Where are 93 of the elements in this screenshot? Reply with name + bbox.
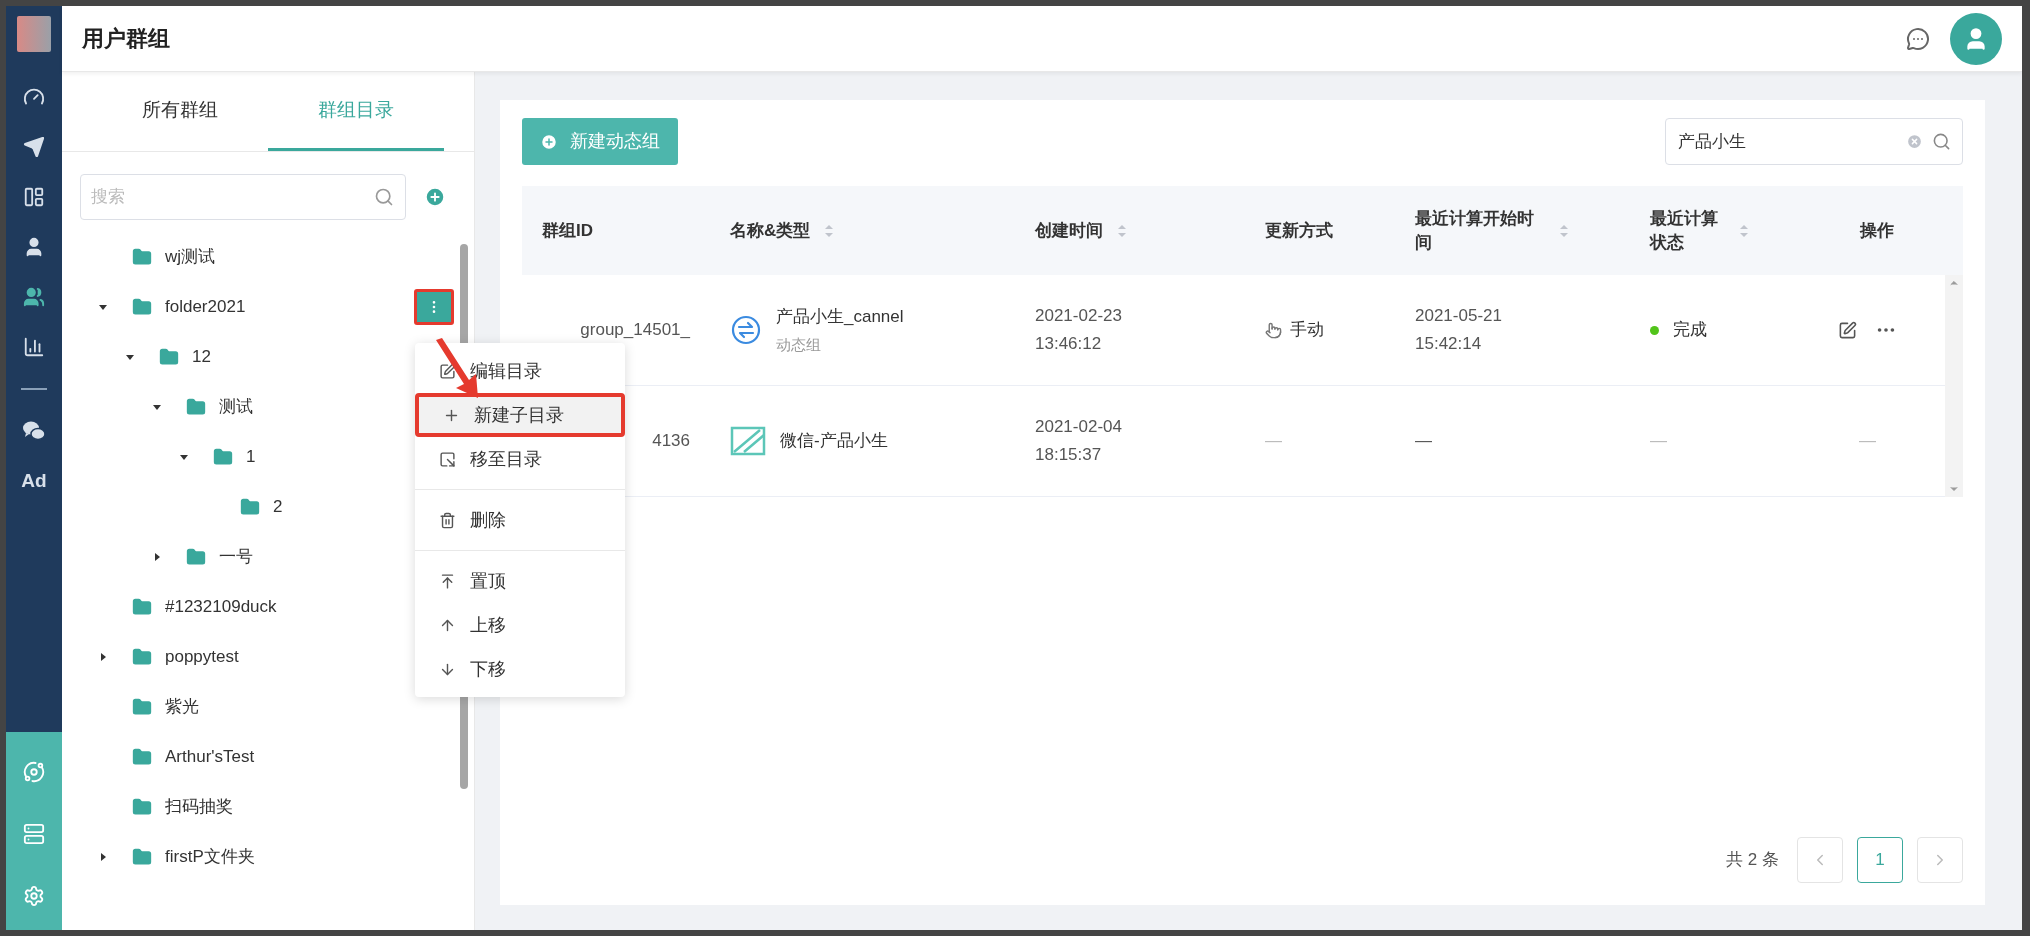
group-name[interactable]: 微信-产品小生 [780, 428, 888, 454]
table-cell-text: 4136 [652, 430, 690, 453]
trash-icon [439, 511, 456, 529]
plus-circle-icon [540, 132, 558, 151]
tree-item[interactable]: folder2021 [165, 294, 246, 320]
table-cell-text: 2021-02-23 [1035, 305, 1123, 327]
menu-item[interactable]: 编辑目录 [415, 349, 625, 393]
menu-item[interactable]: 删除 [415, 498, 625, 542]
send-icon [23, 136, 45, 158]
caret-down-icon[interactable] [179, 452, 189, 462]
table-cell-text: — [1265, 430, 1282, 453]
column-header: 最近计算状态 [1650, 207, 1719, 254]
search-field[interactable]: 搜索 [80, 174, 406, 220]
move-icon [439, 450, 456, 468]
table-cell-text: 15:42:14 [1415, 333, 1483, 355]
menu-item[interactable]: 新建子目录 [415, 393, 625, 437]
total-count: 共 2 条 [1726, 849, 1779, 872]
layout-icon [23, 186, 45, 208]
folder-icon [132, 247, 152, 267]
column-header: 群组ID [542, 219, 593, 242]
tree-item[interactable]: firstP文件夹 [165, 844, 255, 870]
tree-item[interactable]: 扫码抽奖 [165, 794, 233, 820]
striped-square-icon [730, 426, 766, 456]
edit-icon[interactable] [1838, 320, 1857, 340]
caret-down-icon[interactable] [152, 402, 162, 412]
folder-icon [132, 647, 152, 667]
avatar[interactable] [1950, 12, 2002, 65]
folder-icon [159, 347, 179, 367]
settings-icon [23, 885, 45, 907]
folder-icon [132, 597, 152, 617]
status-text: 完成 [1673, 319, 1707, 342]
caret-right-icon[interactable] [98, 852, 108, 862]
column-header: 创建时间 [1035, 219, 1103, 242]
folder-icon [186, 547, 206, 567]
menu-item[interactable]: 下移 [415, 647, 625, 691]
table-cell-text: 2021-05-21 [1415, 305, 1503, 327]
panel-tab[interactable]: 所有群组 [92, 72, 268, 151]
folder-icon [132, 297, 152, 317]
table-cell-text: — [1859, 430, 1876, 453]
tree-item[interactable]: 2 [273, 494, 283, 520]
orbit-icon [23, 761, 45, 783]
tree-item[interactable]: 紫光 [165, 694, 199, 720]
menu-item[interactable]: 上移 [415, 603, 625, 647]
caret-right-icon[interactable] [152, 552, 162, 562]
folder-icon [132, 697, 152, 717]
caret-right-icon[interactable] [98, 652, 108, 662]
folder-icon [186, 397, 206, 417]
page-title: 用户群组 [82, 25, 170, 53]
users-icon [23, 286, 45, 308]
menu-item[interactable]: 置顶 [415, 559, 625, 603]
group-type: 动态组 [776, 334, 822, 355]
chart-icon [23, 336, 45, 358]
tree-item[interactable]: 1 [246, 444, 256, 470]
tree-item[interactable]: #1232109duck [165, 594, 277, 620]
table-cell-text: 18:15:37 [1035, 444, 1103, 466]
column-header: 更新方式 [1265, 219, 1333, 242]
server-icon [23, 823, 45, 845]
caret-down-icon[interactable] [98, 302, 108, 312]
nav-ad-item[interactable]: Ad [6, 456, 62, 506]
tree-item[interactable]: wj测试 [165, 244, 216, 270]
table-cell-text: 手动 [1290, 319, 1324, 342]
wechat-icon [22, 420, 46, 442]
column-header: 名称&类型 [730, 219, 811, 242]
folder-icon [132, 747, 152, 767]
chat-icon[interactable] [1906, 26, 1930, 51]
folder-icon [240, 497, 260, 517]
table-cell-text: group_14501_ [580, 319, 690, 342]
table-cell-text: — [1415, 430, 1433, 452]
top-icon [439, 572, 456, 590]
search-field[interactable]: 产品小生 [1665, 118, 1963, 165]
add-folder-icon[interactable] [424, 186, 446, 208]
table-cell-text: 13:46:12 [1035, 333, 1103, 355]
tree-item[interactable]: poppytest [165, 644, 239, 670]
search-icon [374, 187, 394, 207]
status-text: — [1650, 430, 1667, 453]
tree-item[interactable]: Arthur'sTest [165, 744, 255, 770]
logo-block [17, 16, 51, 52]
sync-arrows-icon [730, 314, 762, 346]
column-header: 最近计算开始时间 [1415, 207, 1535, 254]
column-header: 操作 [1859, 219, 1894, 242]
hand-pointer-icon [1265, 321, 1282, 339]
caret-down-icon[interactable] [125, 352, 135, 362]
folder-icon [132, 797, 152, 817]
folder-icon [213, 447, 233, 467]
group-name[interactable]: 产品小生_cannel [776, 304, 904, 330]
menu-item[interactable]: 移至目录 [415, 437, 625, 481]
folder-icon [132, 847, 152, 867]
tree-item[interactable]: 测试 [219, 394, 253, 420]
search-icon[interactable] [1932, 132, 1951, 151]
tree-item[interactable]: 一号 [219, 544, 253, 570]
table-cell-text: 2021-02-04 [1035, 416, 1123, 438]
tree-item[interactable]: 12 [192, 344, 211, 370]
edit-icon [439, 362, 456, 380]
